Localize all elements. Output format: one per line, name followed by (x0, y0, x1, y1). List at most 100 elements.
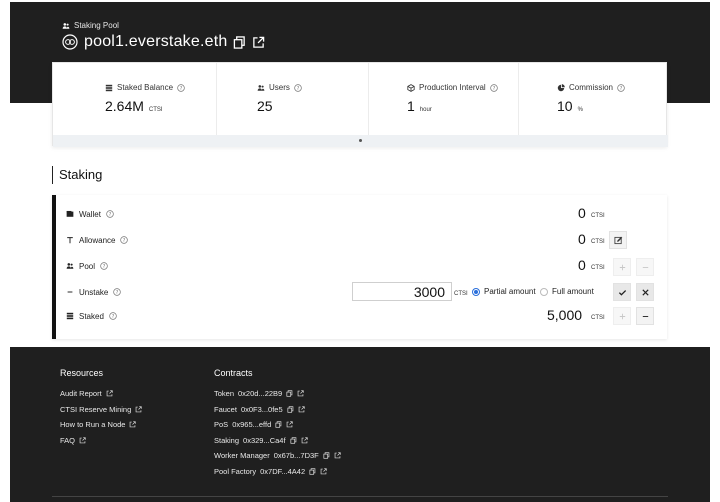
external-link-icon (135, 406, 142, 413)
contract-item: Token 0x20d...22B9 (214, 389, 304, 398)
external-link-icon[interactable] (252, 36, 265, 49)
full-amount-radio[interactable] (540, 287, 548, 296)
external-link-icon[interactable] (334, 452, 341, 459)
help-icon[interactable]: ? (106, 210, 114, 218)
stat-value: 10 (557, 98, 573, 114)
pool-remove-button[interactable] (636, 258, 654, 276)
edit-icon (613, 236, 622, 244)
copy-icon[interactable] (290, 437, 297, 444)
copy-icon[interactable] (309, 468, 316, 475)
external-link-icon (79, 437, 86, 444)
plus-icon (619, 264, 625, 270)
stat-staked-balance: Staked Balance ? 2.64M CTSI (53, 63, 216, 135)
contract-item: PoS 0x965...effd (214, 420, 293, 429)
allowance-label: Allowance (79, 235, 116, 245)
external-link-icon[interactable] (298, 406, 305, 413)
stat-unit: hour (419, 107, 432, 113)
staked-unit: CTSI (591, 315, 605, 321)
contract-address: 0x67b...7D3F (273, 451, 319, 460)
external-link-icon[interactable] (286, 421, 293, 428)
contract-item: Pool Factory 0x7DF...4A42 (214, 467, 327, 476)
external-link-icon[interactable] (320, 468, 327, 475)
staked-value: 5,000 (547, 307, 583, 323)
external-link-icon (130, 421, 137, 428)
stat-value: 2.64M (105, 98, 144, 114)
copy-icon[interactable] (233, 35, 246, 49)
cancel-unstake-button[interactable] (636, 283, 654, 301)
allowance-row: Allowance ? (66, 230, 667, 250)
minus-icon (642, 315, 648, 317)
partial-amount-option[interactable]: Partial amount (472, 287, 536, 296)
stat-commission: Commission ? 10% (518, 63, 668, 135)
help-icon[interactable]: ? (100, 262, 108, 270)
contract-address: 0x7DF...4A42 (260, 467, 306, 476)
help-icon[interactable]: ? (294, 83, 302, 92)
stat-label: Users (269, 83, 290, 92)
resource-link[interactable]: How to Run a Node (60, 420, 137, 429)
stat-value: 1 (407, 98, 415, 114)
page-title: pool1.everstake.eth (84, 33, 228, 50)
stake-remove-button[interactable] (636, 307, 654, 325)
pool-row: Pool ? (66, 256, 667, 276)
pool-label: Pool (79, 261, 96, 271)
stats-expand-bar[interactable] (53, 135, 668, 147)
external-link-icon[interactable] (297, 390, 304, 397)
staking-section-title: Staking (52, 166, 102, 184)
copy-icon[interactable] (286, 390, 293, 397)
contract-address: 0x329...Ca4f (243, 436, 286, 445)
unstake-unit: CTSI (454, 291, 468, 297)
wallet-row: Wallet ? (66, 204, 667, 224)
footer-divider (52, 496, 668, 497)
partial-amount-label: Partial amount (484, 287, 536, 296)
contract-address: 0x0F3...0fe5 (240, 405, 283, 414)
stat-production-interval: Production Interval ? 1 hour (368, 63, 518, 135)
help-icon[interactable]: ? (120, 236, 129, 244)
allowance-icon (67, 237, 73, 244)
full-amount-option[interactable]: Full amount (540, 287, 594, 296)
stat-label: Commission (569, 83, 614, 92)
contract-item: Staking 0x329...Ca4f (214, 436, 308, 445)
external-link-icon[interactable] (301, 437, 308, 444)
stat-value: 25 (257, 98, 273, 114)
external-link-icon (106, 390, 113, 397)
help-icon[interactable]: ? (617, 83, 625, 92)
contract-item: Worker Manager 0x67b...7D3F (214, 451, 341, 460)
unstake-amount-input[interactable] (352, 282, 452, 301)
resources-heading: Resources (60, 368, 104, 378)
full-amount-label: Full amount (552, 287, 594, 296)
help-icon[interactable]: ? (489, 83, 498, 92)
coins-icon (105, 84, 113, 91)
minus-icon (642, 266, 648, 268)
staking-card: Wallet ? 0 CTSI Allowance ? 0 CTSI Pool … (52, 195, 667, 339)
contracts-heading: Contracts (214, 368, 253, 378)
check-icon (618, 289, 626, 296)
stat-label: Production Interval (419, 83, 486, 92)
copy-icon[interactable] (275, 421, 282, 428)
copy-icon[interactable] (323, 452, 330, 459)
pool-stats-card: Staked Balance ? 2.64M CTSI Users ? 25 Pr… (52, 62, 668, 147)
pool-add-button[interactable] (613, 258, 631, 276)
allowance-unit: CTSI (591, 239, 605, 245)
help-icon[interactable]: ? (113, 288, 122, 296)
stake-add-button[interactable] (613, 307, 631, 325)
stat-users: Users ? 25 (216, 63, 368, 135)
partial-amount-radio[interactable] (472, 287, 480, 296)
resource-link[interactable]: Audit Report (60, 389, 113, 398)
help-icon[interactable]: ? (109, 312, 117, 320)
expand-dot-icon (359, 139, 362, 142)
confirm-unstake-button[interactable] (613, 283, 631, 301)
coins-icon (66, 312, 74, 320)
breadcrumb: Staking Pool (62, 21, 119, 30)
cube-icon (407, 83, 415, 92)
unstake-label: Unstake (79, 287, 109, 297)
copy-icon[interactable] (287, 406, 294, 413)
wallet-unit: CTSI (591, 213, 605, 219)
edit-allowance-button[interactable] (609, 231, 627, 249)
stat-label: Staked Balance (117, 83, 174, 92)
help-icon[interactable]: ? (177, 83, 185, 92)
staked-label: Staked (79, 311, 104, 321)
resource-link[interactable]: FAQ (60, 436, 86, 445)
resource-link[interactable]: CTSI Reserve Mining (60, 405, 142, 414)
minus-icon (67, 291, 73, 293)
contract-address: 0x965...effd (232, 420, 272, 429)
